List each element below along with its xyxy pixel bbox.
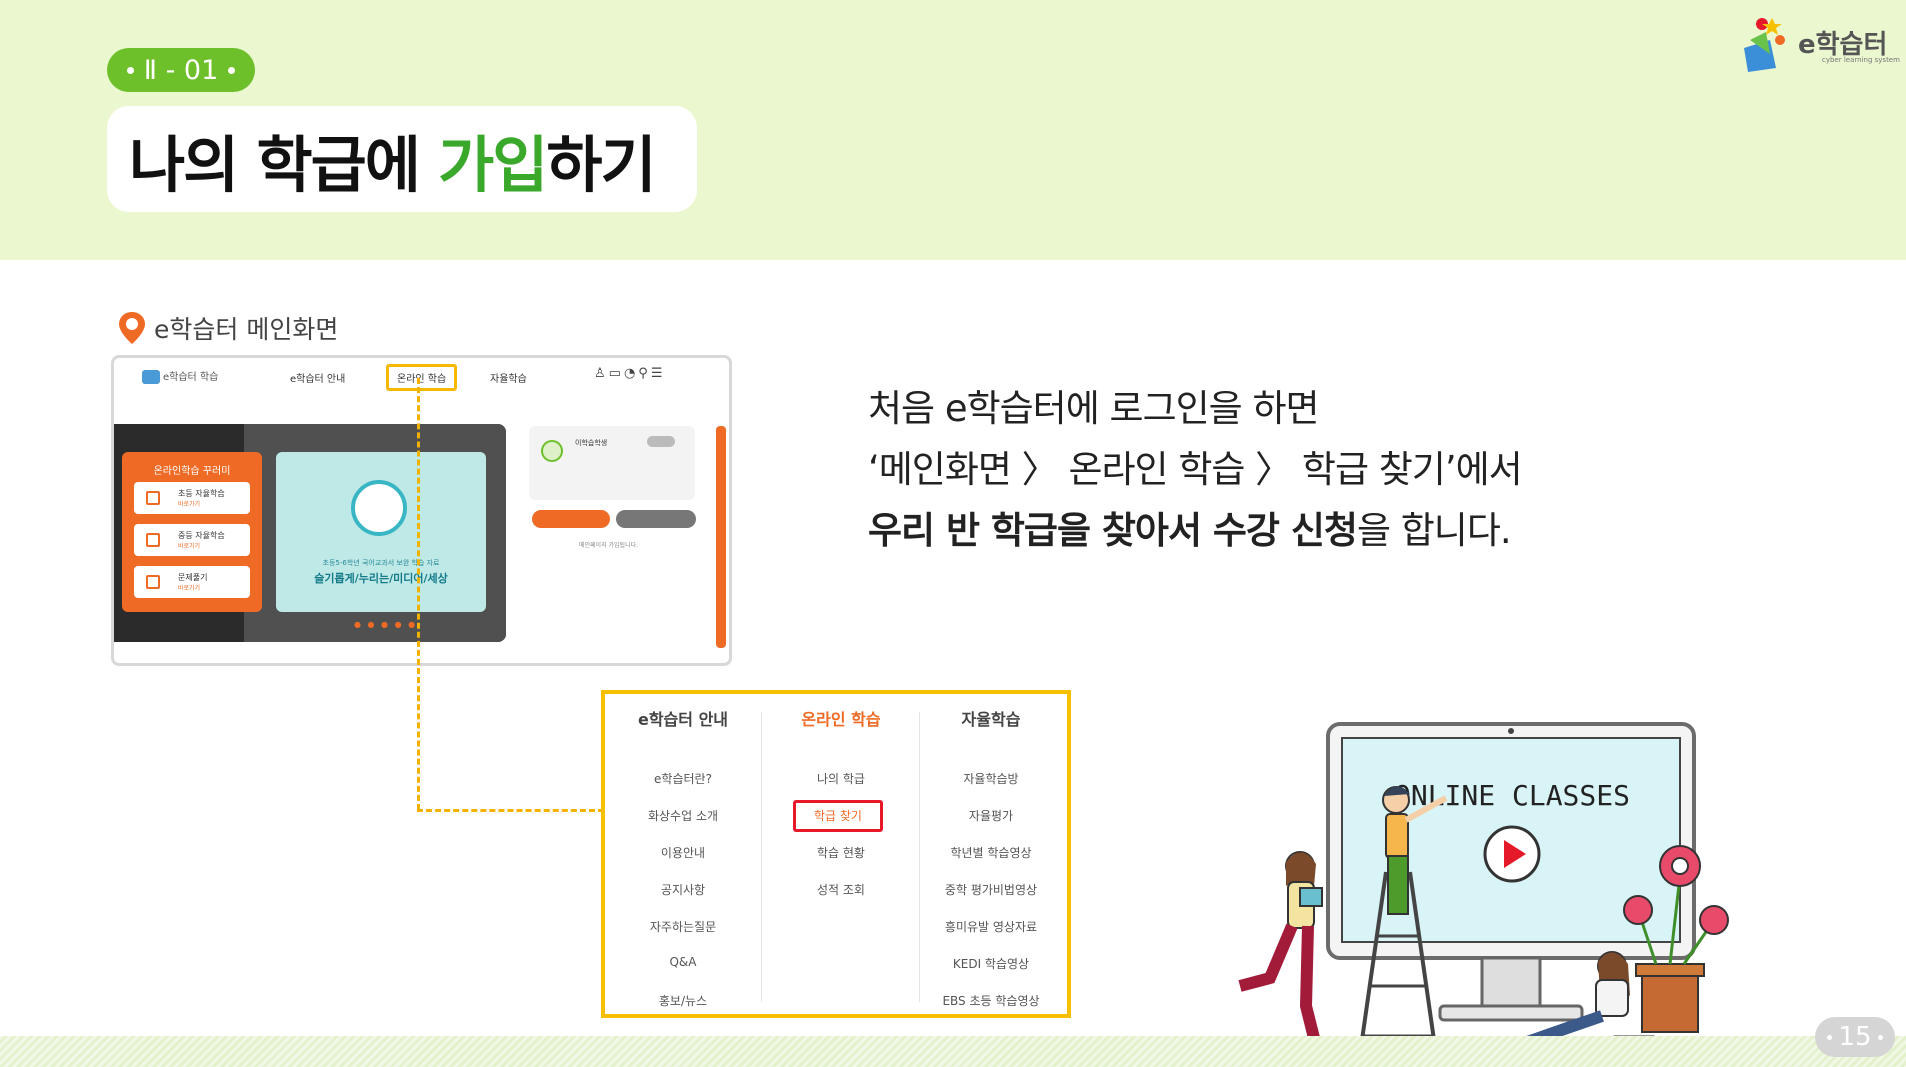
- menu-column-self-study: 자율학습 자율학습방 자율평가 학년별 학습영상 중학 평가비법영상 흥미유발 …: [913, 694, 1069, 1014]
- menu-item[interactable]: 자율학습방: [913, 770, 1069, 787]
- menu-column-guide: e학습터 안내 e학습터란? 화상수업 소개 이용안내 공지사항 자주하는질문 …: [605, 694, 761, 1014]
- nav-self-study[interactable]: 자율학습: [490, 370, 527, 385]
- menu-header-self-study[interactable]: 자율학습: [913, 706, 1069, 730]
- menu-item[interactable]: 자율평가: [913, 807, 1069, 824]
- user-note: 메인페이지 가입됩니다.: [579, 542, 639, 549]
- main-screen-screenshot: e학습터 학습 e학습터 안내 온라인 학습 자율학습 ♙▭◔⚲☰ 온라인학습 …: [111, 355, 732, 666]
- page-number-text: 15: [1838, 1022, 1872, 1052]
- instruction-bold: 우리 반 학급을 찾아서 수강 신청: [868, 509, 1358, 552]
- avatar: [541, 440, 563, 462]
- brand-sub: cyber learning system: [1822, 56, 1900, 64]
- dot-icon: [126, 66, 134, 74]
- menu-item[interactable]: 홍보/뉴스: [605, 992, 761, 1009]
- menu-item[interactable]: 학년별 학습영상: [913, 844, 1069, 861]
- user-icon[interactable]: ♙: [594, 366, 609, 381]
- screenshot-logo[interactable]: e학습터 학습: [142, 368, 218, 384]
- title-part1: 나의 학급에: [129, 129, 439, 201]
- instruction-line2: ‘메인화면 〉 온라인 학습 〉 학급 찾기’에서: [868, 448, 1523, 491]
- brand-logo: e학습터 cyber learning system: [1736, 10, 1900, 78]
- menu-item[interactable]: 화상수업 소개: [605, 807, 761, 824]
- menu-item[interactable]: 흥미유발 영상자료: [913, 918, 1069, 935]
- user-card: 이학습학생: [529, 426, 695, 500]
- instruction-line3: 우리 반 학급을 찾아서 수강 신청을 합니다.: [868, 500, 1522, 561]
- panel-item-elementary[interactable]: 초등 자율학습 바로가기: [134, 482, 250, 514]
- menu-item[interactable]: 중학 평가비법영상: [913, 881, 1069, 898]
- logout-button[interactable]: [616, 510, 696, 528]
- learning-package-panel: 온라인학습 꾸러미 초등 자율학습 바로가기 중등 자율학습 바로가기 문제풀기 바로…: [122, 452, 262, 612]
- pencil-icon: [146, 575, 160, 589]
- user-badge: [647, 436, 675, 447]
- dropdown-menu: e학습터 안내 e학습터란? 화상수업 소개 이용안내 공지사항 자주하는질문 …: [601, 690, 1071, 1018]
- title-highlight: 가입: [438, 129, 548, 201]
- hero-banner: 온라인학습 꾸러미 초등 자율학습 바로가기 중등 자율학습 바로가기 문제풀기 바로…: [114, 424, 506, 642]
- caption-text: e학습터 메인화면: [154, 315, 339, 344]
- search-icon[interactable]: ⚲: [638, 366, 651, 381]
- location-pin-icon: [119, 312, 145, 344]
- nav-guide[interactable]: e학습터 안내: [290, 370, 345, 385]
- my-class-button[interactable]: [532, 510, 610, 528]
- chat-icon[interactable]: ▭: [609, 366, 624, 381]
- title-box: 나의 학급에 가입하기: [107, 106, 697, 212]
- footer-band: [0, 1036, 1906, 1067]
- menu-divider: [761, 712, 762, 1002]
- menu-column-online: 온라인 학습 나의 학급 학급 찾기 학습 현황 성적 조회: [763, 694, 919, 1014]
- menu-item[interactable]: 나의 학급: [763, 770, 919, 787]
- instruction-text: 처음 e학습터에 로그인을 하면 ‘메인화면 〉 온라인 학습 〉 학급 찾기’…: [868, 378, 1523, 561]
- screenshot-caption: e학습터 메인화면: [118, 310, 338, 346]
- menu-item[interactable]: 성적 조회: [763, 881, 919, 898]
- section-code: Ⅱ - 01: [143, 54, 219, 86]
- menu-item[interactable]: 이용안내: [605, 844, 761, 861]
- instruction-line1: 처음 e학습터에 로그인을 하면: [868, 387, 1320, 430]
- menu-item[interactable]: 공지사항: [605, 881, 761, 898]
- menu-item[interactable]: 자주하는질문: [605, 918, 761, 935]
- menu-item[interactable]: 학습 현황: [763, 844, 919, 861]
- bell-icon[interactable]: ◔: [624, 366, 638, 381]
- carousel-dots[interactable]: ● ● ● ● ●: [354, 620, 417, 629]
- menu-item-find-class[interactable]: 학급 찾기: [793, 800, 883, 832]
- menu-header-online[interactable]: 온라인 학습: [763, 706, 919, 730]
- menu-header-guide[interactable]: e학습터 안내: [605, 706, 761, 730]
- banner-line2: 슬기롭게/누리는/미디어/세상: [314, 572, 448, 585]
- menu-item[interactable]: EBS 초등 학습영상: [913, 992, 1069, 1009]
- logo-icon: [1744, 18, 1785, 72]
- menu-item[interactable]: e학습터란?: [605, 770, 761, 787]
- book-icon: [146, 533, 160, 547]
- instruction-rest: 을 합니다.: [1356, 509, 1512, 552]
- online-class-illustration: ONLINE CLASSES: [1238, 722, 1729, 1055]
- user-name: 이학습학생: [575, 439, 608, 447]
- panel-item-quiz[interactable]: 문제풀기 바로가기: [134, 566, 250, 598]
- book-icon: [146, 491, 160, 505]
- title-part2: 하기: [546, 129, 656, 201]
- menu-icon[interactable]: ☰: [651, 366, 666, 381]
- dot-icon: [1877, 1034, 1883, 1040]
- media-banner[interactable]: 초등5-6학년 국어교과서 보완 학습 자료 슬기롭게/누리는/미디어/세상: [276, 452, 486, 612]
- menu-item[interactable]: Q&A: [605, 955, 761, 969]
- dot-icon: [1827, 1034, 1833, 1040]
- page-title: 나의 학급에 가입하기: [129, 115, 657, 204]
- banner-line1: 초등5-6학년 국어교과서 보완 학습 자료: [322, 559, 440, 567]
- nav-online-learning[interactable]: 온라인 학습: [386, 364, 458, 391]
- header-icons[interactable]: ♙▭◔⚲☰: [594, 366, 665, 381]
- menu-item[interactable]: KEDI 학습영상: [913, 955, 1069, 972]
- side-tab[interactable]: [716, 426, 726, 648]
- panel-item-middle[interactable]: 중등 자율학습 바로가기: [134, 524, 250, 556]
- guide-line-vertical: [417, 378, 420, 810]
- page-number: 15: [1815, 1017, 1895, 1057]
- section-badge: Ⅱ - 01: [107, 48, 255, 92]
- panel-title: 온라인학습 꾸러미: [153, 466, 231, 477]
- dot-icon: [228, 66, 236, 74]
- keyboard-icon: [351, 480, 407, 536]
